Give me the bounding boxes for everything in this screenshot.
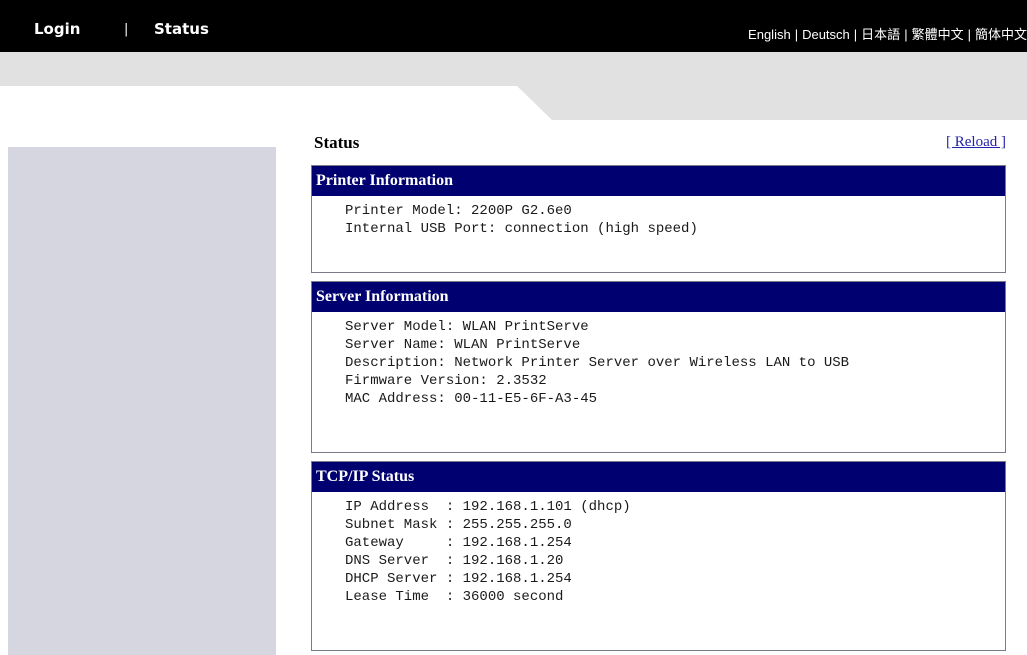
printer-info-body: Printer Model: 2200P G2.6e0 Internal USB… bbox=[312, 196, 1005, 238]
lang-divider: | bbox=[904, 27, 908, 42]
lang-divider: | bbox=[853, 27, 858, 42]
lang-divider: | bbox=[794, 27, 799, 42]
server-info-panel: Server Information Server Model: WLAN Pr… bbox=[311, 281, 1006, 453]
usb-port-line: Internal USB Port: connection (high spee… bbox=[345, 221, 698, 237]
tcpip-status-header: TCP/IP Status bbox=[312, 462, 1005, 492]
nav-separator: | bbox=[124, 22, 129, 37]
subnet-mask-line: Subnet Mask : 255.255.255.0 bbox=[345, 517, 572, 533]
lang-deutsch[interactable]: Deutsch bbox=[802, 27, 850, 42]
tcpip-status-body: IP Address : 192.168.1.101 (dhcp) Subnet… bbox=[312, 492, 1005, 606]
printer-info-panel: Printer Information Printer Model: 2200P… bbox=[311, 165, 1006, 273]
lang-simplified-chinese[interactable]: 簡体中文 bbox=[975, 27, 1027, 42]
server-model-line: Server Model: WLAN PrintServe bbox=[345, 319, 589, 335]
nav-status-link[interactable]: Status bbox=[154, 20, 209, 38]
lang-english[interactable]: English bbox=[748, 27, 791, 42]
language-selector: English | Deutsch | 日本語 | 繁體中文 | 簡体中文 bbox=[748, 24, 1027, 43]
server-info-header: Server Information bbox=[312, 282, 1005, 312]
lease-time-line: Lease Time : 36000 second bbox=[345, 589, 564, 605]
printer-info-header: Printer Information bbox=[312, 166, 1005, 196]
sidebar-panel bbox=[8, 147, 276, 655]
dns-server-line: DNS Server : 192.168.1.20 bbox=[345, 553, 564, 569]
printer-model-line: Printer Model: 2200P G2.6e0 bbox=[345, 203, 572, 219]
server-name-line: Server Name: WLAN PrintServe bbox=[345, 337, 581, 353]
description-line: Description: Network Printer Server over… bbox=[345, 355, 850, 371]
lang-japanese[interactable]: 日本語 bbox=[861, 27, 900, 42]
lang-divider: | bbox=[967, 27, 971, 42]
top-nav-bar: Login | Status English | Deutsch | 日本語 | 繁體中文 |… bbox=[0, 0, 1027, 52]
header-band bbox=[0, 52, 1027, 86]
tcpip-status-panel: TCP/IP Status IP Address : 192.168.1.101… bbox=[311, 461, 1006, 651]
page-title: Status bbox=[314, 133, 360, 152]
header-wedge bbox=[517, 86, 1027, 120]
ip-address-line: IP Address : 192.168.1.101 (dhcp) bbox=[345, 499, 631, 515]
dhcp-server-line: DHCP Server : 192.168.1.254 bbox=[345, 571, 572, 587]
lang-traditional-chinese[interactable]: 繁體中文 bbox=[912, 27, 964, 42]
gateway-line: Gateway : 192.168.1.254 bbox=[345, 535, 572, 551]
server-info-body: Server Model: WLAN PrintServe Server Nam… bbox=[312, 312, 1005, 408]
mac-address-line: MAC Address: 00-11-E5-6F-A3-45 bbox=[345, 391, 598, 407]
nav-login-link[interactable]: Login bbox=[34, 20, 80, 38]
firmware-version-line: Firmware Version: 2.3532 bbox=[345, 373, 547, 389]
reload-link[interactable]: [ Reload ] bbox=[946, 134, 1006, 151]
